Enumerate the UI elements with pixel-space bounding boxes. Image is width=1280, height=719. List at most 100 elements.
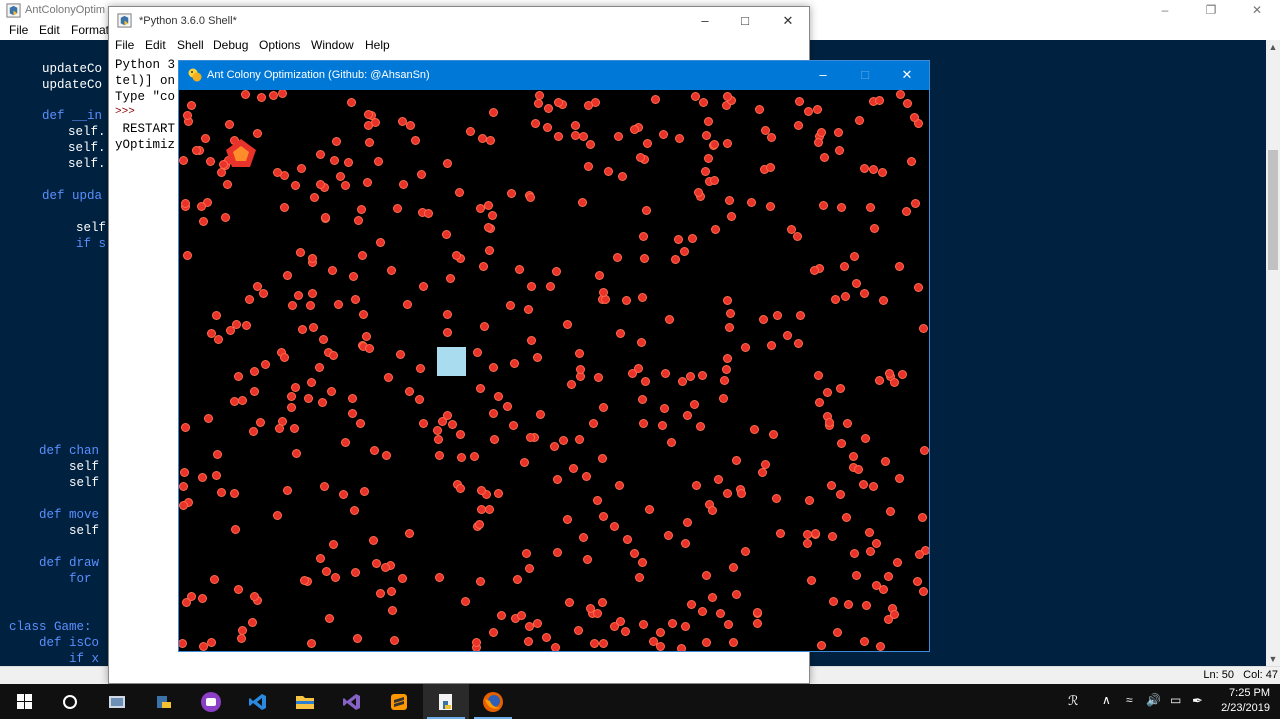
ant [179,640,186,647]
ant [320,336,327,343]
ant [672,256,679,263]
minimize-icon[interactable]: – [685,11,725,31]
shell-menu-shell[interactable]: Shell [177,38,204,52]
shell-window-title: *Python 3.6.0 Shell* [139,15,237,27]
ant [254,283,261,290]
ant [279,90,286,97]
ant [453,252,460,259]
taskbar-app-python-idle[interactable] [141,684,187,719]
ant [180,483,187,490]
ant [525,306,532,313]
ant [814,106,821,113]
battery-icon[interactable]: ▭ [1170,693,1181,707]
simulation-canvas[interactable] [179,90,929,651]
taskbar-app-visual-studio[interactable] [329,684,375,719]
ant [838,440,845,447]
taskbar-app-purple[interactable] [188,684,234,719]
ant [288,404,295,411]
close-icon[interactable]: ✕ [768,11,808,31]
taskbar-app-sublime[interactable] [376,684,422,719]
ant [639,294,646,301]
close-icon[interactable]: ✕ [887,61,927,90]
ant [616,482,623,489]
people-icon[interactable]: ℛ [1068,693,1078,709]
taskbar-app-vscode[interactable] [235,684,281,719]
editor-menu-format[interactable]: Format [71,23,109,37]
scroll-thumb[interactable] [1268,150,1278,270]
ant [330,541,337,548]
ant [908,158,915,165]
maximize-icon[interactable]: □ [725,11,765,31]
pen-workspace-icon[interactable]: ✒ [1192,693,1203,709]
ant [547,283,554,290]
ant [880,586,887,593]
ant [258,94,265,101]
wifi-icon[interactable]: ≈ [1126,693,1133,707]
ant [457,485,464,492]
ant [703,132,710,139]
ant [703,572,710,579]
ant [576,350,583,357]
scroll-up-icon[interactable]: ▲ [1266,40,1280,54]
taskbar-app-snipping-tool[interactable] [94,684,140,719]
editor-menu-file[interactable]: File [9,23,28,37]
shell-menu-debug[interactable]: Debug [213,38,248,52]
ant [251,593,258,600]
ant [358,206,365,213]
ant [317,181,324,188]
ant [473,639,480,646]
ant [510,422,517,429]
show-hidden-icons-icon[interactable]: ∧ [1102,693,1111,707]
scroll-down-icon[interactable]: ▼ [1266,652,1280,666]
ant [226,121,233,128]
start-button[interactable] [0,684,46,719]
close-icon[interactable]: ✕ [1234,0,1280,22]
ant [554,476,561,483]
ant [417,365,424,372]
ant [188,593,195,600]
ant [335,301,342,308]
sublime-text-icon [391,694,407,710]
shell-titlebar[interactable]: *Python 3.6.0 Shell* – □ ✕ [109,7,809,35]
ant [894,559,901,566]
ant [471,453,478,460]
ant [239,627,246,634]
ant [292,182,299,189]
ant [444,412,451,419]
ant [305,395,312,402]
cortana-button[interactable] [47,684,93,719]
ant [193,147,200,154]
editor-scrollbar[interactable]: ▲ ▼ [1266,40,1280,666]
ant [518,612,525,619]
ant [724,490,731,497]
game-titlebar[interactable]: Ant Colony Optimization (Github: @AhsanS… [179,61,929,90]
ant [615,133,622,140]
ant [896,475,903,482]
code-line: self [9,476,100,490]
food-source [226,139,256,167]
ant [436,452,443,459]
ant [292,384,299,391]
shell-menu-help[interactable]: Help [365,38,390,52]
ant [224,181,231,188]
taskbar-app-file-explorer[interactable] [282,684,328,719]
ant [669,620,676,627]
editor-menu-edit[interactable]: Edit [39,23,60,37]
ant [699,608,706,615]
ant [555,99,562,106]
ant [552,644,559,651]
ant [293,450,300,457]
ant [709,507,716,514]
taskbar-app-firefox[interactable] [470,684,516,719]
minimize-icon[interactable]: – [1142,0,1188,22]
minimize-icon[interactable]: – [803,61,843,90]
taskbar-app-python-file[interactable] [423,684,469,719]
restore-icon[interactable]: ❐ [1188,0,1234,22]
shell-menu-window[interactable]: Window [311,38,354,52]
shell-menu-edit[interactable]: Edit [145,38,166,52]
shell-menu-options[interactable]: Options [259,38,300,52]
shell-menu-file[interactable]: File [115,38,134,52]
ant [668,439,675,446]
ant [594,610,601,617]
volume-icon[interactable]: 🔊 [1146,693,1161,707]
